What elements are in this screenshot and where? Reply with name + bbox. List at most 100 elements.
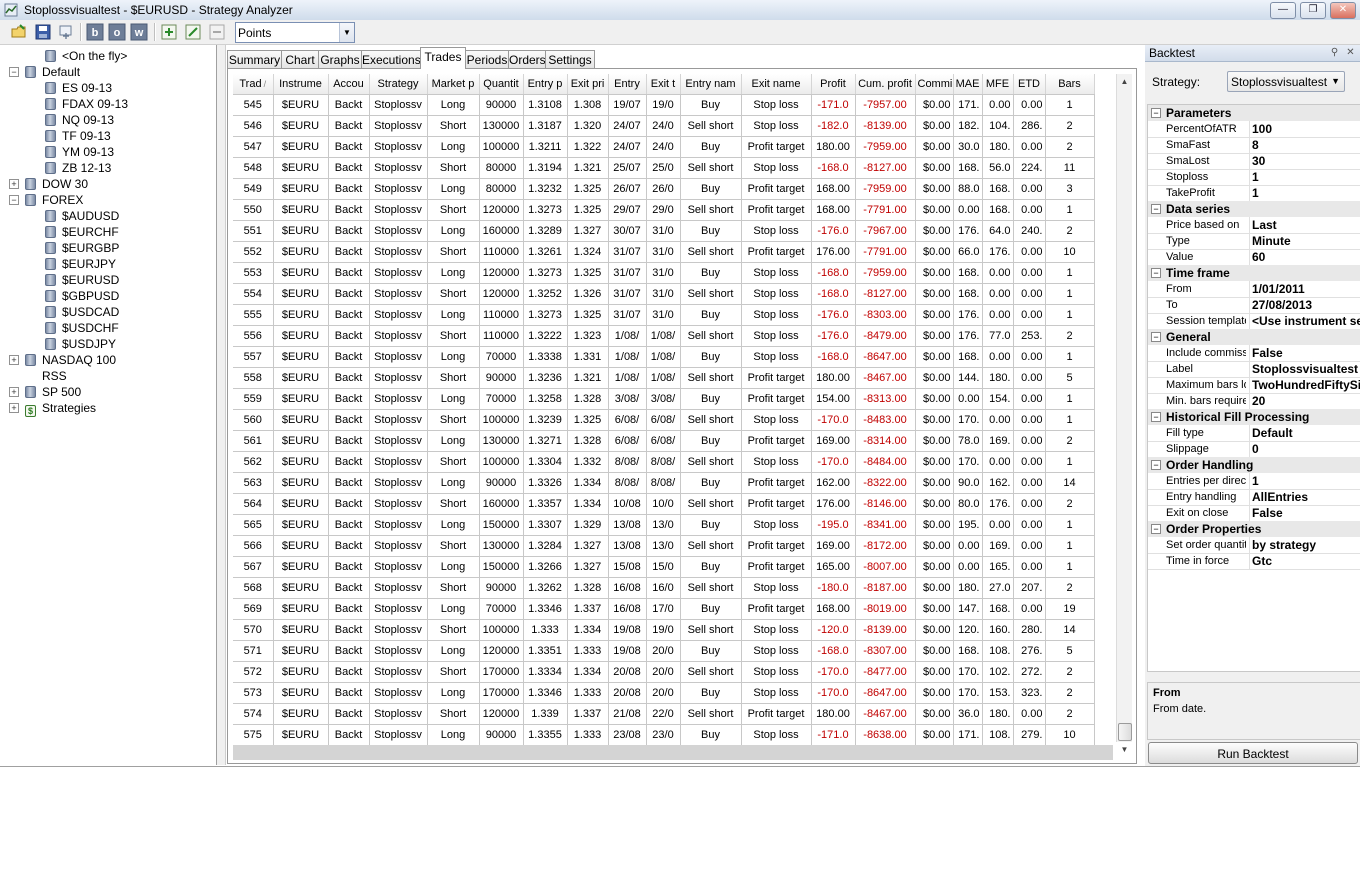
property-value[interactable]: 0 xyxy=(1249,441,1360,457)
property-row[interactable]: Maximum bars lo TwoHundredFiftySix xyxy=(1148,377,1360,394)
tab-trades[interactable]: Trades xyxy=(420,47,466,69)
property-row[interactable]: TakeProfit 1 xyxy=(1148,185,1360,202)
property-value[interactable]: AllEntries xyxy=(1249,489,1360,505)
maximize-button[interactable]: ❐ xyxy=(1300,2,1326,19)
property-category[interactable]: − Historical Fill Processing xyxy=(1148,409,1360,425)
close-icon[interactable]: ✕ xyxy=(1345,47,1356,58)
collapse-icon[interactable]: − xyxy=(1151,204,1161,214)
property-row[interactable]: Session template <Use instrument set xyxy=(1148,313,1360,330)
column-header[interactable]: Trad / xyxy=(233,74,274,95)
collapse-icon[interactable]: − xyxy=(1151,412,1161,422)
scroll-up-icon[interactable]: ▲ xyxy=(1117,74,1132,89)
table-row[interactable]: 545 $EURU Backt Stoplossv Long 90000 1.3108 1.3… xyxy=(233,94,1095,116)
column-header[interactable]: Profit xyxy=(811,74,856,95)
table-row[interactable]: 548 $EURU Backt Stoplossv Short 80000 1.3194 1.… xyxy=(233,157,1095,179)
property-row[interactable]: SmaFast 8 xyxy=(1148,137,1360,154)
property-category[interactable]: − Parameters xyxy=(1148,105,1360,121)
property-value[interactable]: 8 xyxy=(1249,137,1360,153)
collapse-icon[interactable]: − xyxy=(1151,460,1161,470)
column-header[interactable]: Market p xyxy=(427,74,480,95)
tab-graphs[interactable]: Graphs xyxy=(318,50,362,68)
property-row[interactable]: Time in force Gtc xyxy=(1148,553,1360,570)
table-row[interactable]: 551 $EURU Backt Stoplossv Long 160000 1.3289 1.… xyxy=(233,220,1095,242)
property-row[interactable]: Fill type Default xyxy=(1148,425,1360,442)
column-header[interactable]: Quantit xyxy=(479,74,524,95)
property-category[interactable]: − Order Handling xyxy=(1148,457,1360,473)
table-row[interactable]: 549 $EURU Backt Stoplossv Long 80000 1.3232 1.3… xyxy=(233,178,1095,200)
table-row[interactable]: 565 $EURU Backt Stoplossv Long 150000 1.3307 1.… xyxy=(233,514,1095,536)
table-row[interactable]: 569 $EURU Backt Stoplossv Long 70000 1.3346 1.3… xyxy=(233,598,1095,620)
minimize-button[interactable]: — xyxy=(1270,2,1296,19)
table-row[interactable]: 557 $EURU Backt Stoplossv Long 70000 1.3338 1.3… xyxy=(233,346,1095,368)
table-row[interactable]: 564 $EURU Backt Stoplossv Short 160000 1.3357 1… xyxy=(233,493,1095,515)
property-row[interactable]: SmaLost 30 xyxy=(1148,153,1360,170)
property-value[interactable]: 1 xyxy=(1249,185,1360,201)
collapse-icon[interactable]: − xyxy=(9,195,19,205)
column-header[interactable]: Exit pri xyxy=(567,74,609,95)
property-value[interactable]: <Use instrument set xyxy=(1249,313,1360,329)
property-value[interactable]: 30 xyxy=(1249,153,1360,169)
tab-orders[interactable]: Orders xyxy=(508,50,546,68)
bars-w-icon[interactable]: w xyxy=(130,23,148,41)
open-icon[interactable] xyxy=(10,23,28,41)
collapse-icon[interactable]: − xyxy=(1151,332,1161,342)
property-row[interactable]: Set order quantit by strategy xyxy=(1148,537,1360,554)
collapse-icon[interactable]: − xyxy=(1151,108,1161,118)
run-backtest-button[interactable]: Run Backtest xyxy=(1148,742,1358,764)
display-unit-select[interactable]: Points ▼ xyxy=(235,22,355,43)
property-value[interactable]: False xyxy=(1249,345,1360,361)
table-row[interactable]: 563 $EURU Backt Stoplossv Long 90000 1.3326 1.3… xyxy=(233,472,1095,494)
table-row[interactable]: 553 $EURU Backt Stoplossv Long 120000 1.3273 1.… xyxy=(233,262,1095,284)
remove-icon[interactable] xyxy=(58,23,76,41)
expand-icon[interactable]: + xyxy=(9,387,19,397)
property-value[interactable]: Minute xyxy=(1249,233,1360,249)
table-row[interactable]: 550 $EURU Backt Stoplossv Short 120000 1.3273 1… xyxy=(233,199,1095,221)
table-row[interactable]: 573 $EURU Backt Stoplossv Long 170000 1.3346 1.… xyxy=(233,682,1095,704)
column-header[interactable]: Entry p xyxy=(523,74,568,95)
property-value[interactable]: 60 xyxy=(1249,249,1360,265)
tab-chart[interactable]: Chart xyxy=(281,50,319,68)
expand-icon[interactable]: + xyxy=(9,179,19,189)
scroll-thumb[interactable] xyxy=(1118,723,1132,741)
edit-icon[interactable] xyxy=(184,23,202,41)
property-value[interactable]: by strategy xyxy=(1249,537,1360,553)
property-value[interactable]: Default xyxy=(1249,425,1360,441)
table-row[interactable]: 547 $EURU Backt Stoplossv Long 100000 1.3211 1.… xyxy=(233,136,1095,158)
column-header[interactable]: Exit name xyxy=(741,74,812,95)
property-row[interactable]: Type Minute xyxy=(1148,233,1360,250)
property-row[interactable]: Entries per direct 1 xyxy=(1148,473,1360,490)
property-category[interactable]: − Data series xyxy=(1148,201,1360,217)
property-category[interactable]: − Time frame xyxy=(1148,265,1360,281)
property-value[interactable]: 100 xyxy=(1249,121,1360,137)
add-icon[interactable] xyxy=(160,23,178,41)
column-header[interactable]: Cum. profit xyxy=(855,74,916,95)
table-row[interactable]: 552 $EURU Backt Stoplossv Short 110000 1.3261 1… xyxy=(233,241,1095,263)
table-row[interactable]: 572 $EURU Backt Stoplossv Short 170000 1.3334 1… xyxy=(233,661,1095,683)
table-row[interactable]: 554 $EURU Backt Stoplossv Short 120000 1.3252 1… xyxy=(233,283,1095,305)
property-row[interactable]: Exit on close False xyxy=(1148,505,1360,522)
column-header[interactable]: MAE xyxy=(953,74,983,95)
bars-b-icon[interactable]: b xyxy=(86,23,104,41)
save-icon[interactable] xyxy=(34,23,52,41)
scroll-down-icon[interactable]: ▼ xyxy=(1117,742,1132,757)
column-header[interactable]: Instrume xyxy=(273,74,329,95)
property-row[interactable]: Min. bars require 20 xyxy=(1148,393,1360,410)
table-row[interactable]: 546 $EURU Backt Stoplossv Short 130000 1.3187 1… xyxy=(233,115,1095,137)
property-value[interactable]: False xyxy=(1249,505,1360,521)
property-value[interactable]: 20 xyxy=(1249,393,1360,409)
property-value[interactable]: 1 xyxy=(1249,473,1360,489)
property-row[interactable]: PercentOfATR 100 xyxy=(1148,121,1360,138)
property-value[interactable]: 1/01/2011 xyxy=(1249,281,1360,297)
table-row[interactable]: 562 $EURU Backt Stoplossv Short 100000 1.3304 1… xyxy=(233,451,1095,473)
tab-periods[interactable]: Periods xyxy=(465,50,509,68)
table-row[interactable]: 560 $EURU Backt Stoplossv Short 100000 1.3239 1… xyxy=(233,409,1095,431)
table-row[interactable]: 558 $EURU Backt Stoplossv Short 90000 1.3236 1.… xyxy=(233,367,1095,389)
property-row[interactable]: Entry handling AllEntries xyxy=(1148,489,1360,506)
bars-o-icon[interactable]: o xyxy=(108,23,126,41)
column-header[interactable]: Bars xyxy=(1045,74,1095,95)
strategy-select[interactable]: Stoplossvisualtest ▼ xyxy=(1227,71,1345,92)
pin-icon[interactable]: ⚲ xyxy=(1329,47,1340,58)
property-value[interactable]: Last xyxy=(1249,217,1360,233)
expand-icon[interactable]: + xyxy=(9,403,19,413)
property-value[interactable]: Gtc xyxy=(1249,553,1360,569)
